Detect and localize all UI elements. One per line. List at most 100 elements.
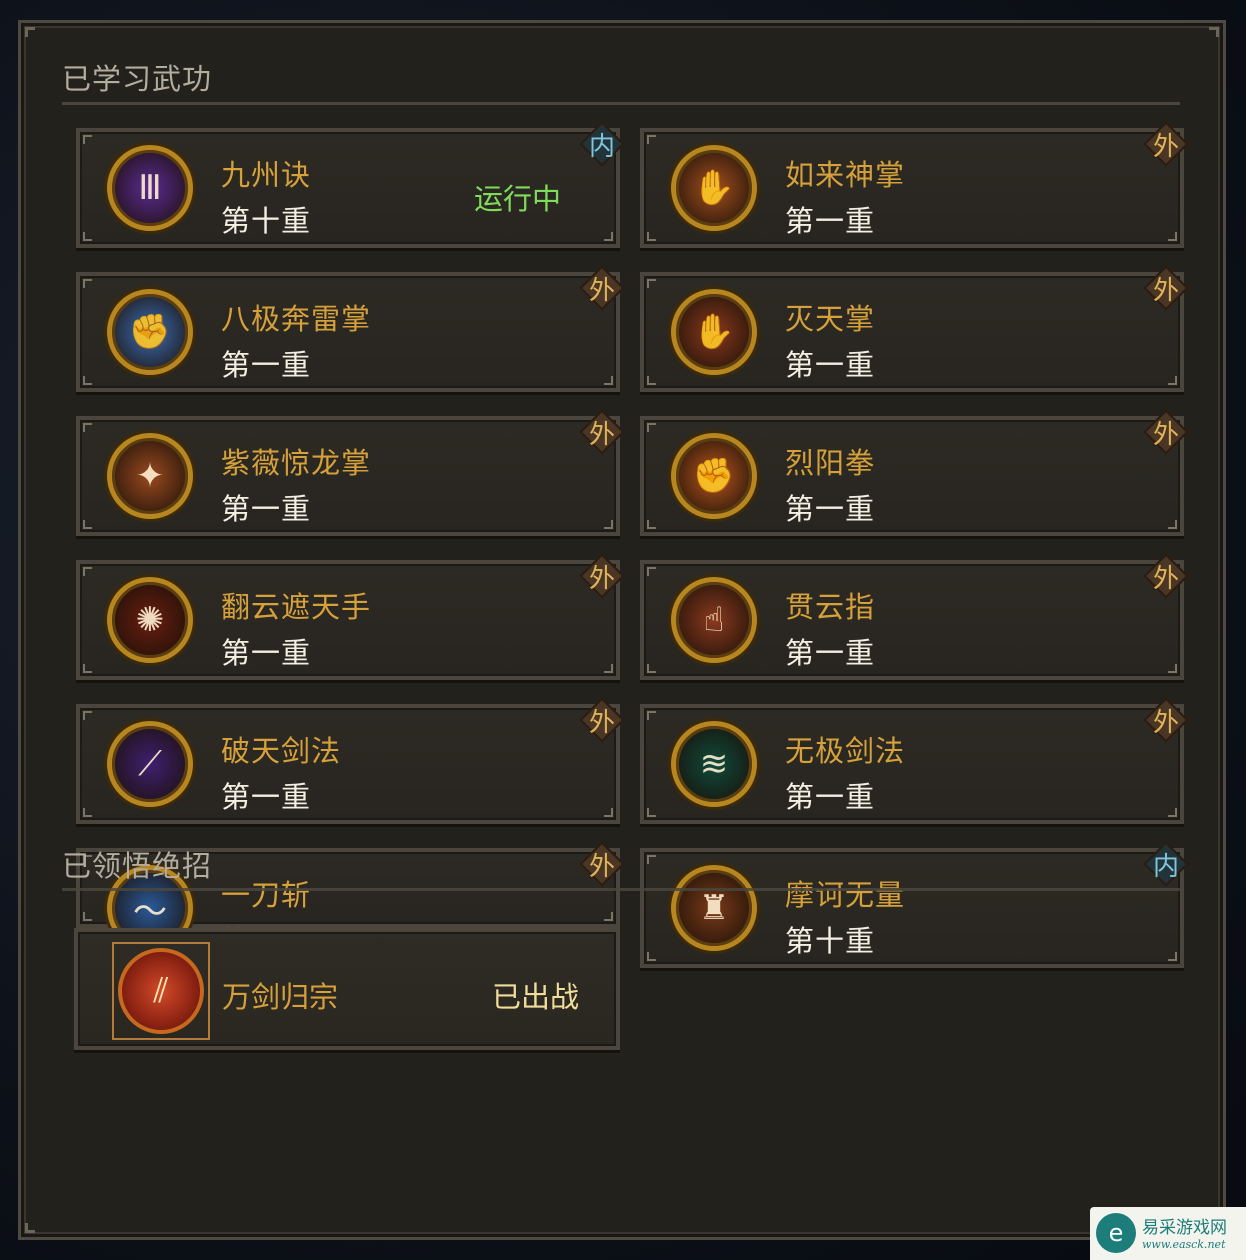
card-corner: [83, 376, 92, 385]
card-corner: [647, 664, 656, 673]
outer-type-badge: 外: [1143, 697, 1189, 743]
finger-strike-icon: ☝: [671, 577, 757, 663]
skill-card[interactable]: ✊ 烈阳拳第一重 外: [640, 409, 1189, 536]
card-corner: [647, 279, 656, 288]
skill-name: 烈阳拳: [785, 446, 876, 480]
running-status: 运行中: [474, 182, 562, 216]
badge-label: 外: [588, 707, 615, 738]
card-corner: [83, 520, 92, 529]
outer-type-badge: 外: [579, 553, 625, 599]
golden-palm-icon: ✋: [671, 145, 757, 231]
watermark-title: 易采游戏网: [1142, 1218, 1227, 1238]
skill-level: 第一重: [785, 492, 876, 526]
card-corner: [1168, 520, 1177, 529]
skill-name: 破天剑法: [221, 734, 342, 768]
skill-name: 如来神掌: [785, 158, 906, 192]
lightning-fist-icon: ✊: [107, 289, 193, 375]
card-corner: [647, 423, 656, 432]
skill-level: 第一重: [785, 780, 876, 814]
skill-card[interactable]: ✋ 如来神掌 第一重 外: [640, 121, 1189, 248]
skill-name: 翻云遮天手: [221, 590, 372, 624]
skill-card[interactable]: Ⅲ 九州诀 第十重 运行中内: [76, 121, 625, 248]
card-corner: [647, 855, 656, 864]
badge-label: 外: [588, 851, 615, 882]
badge-label: 外: [1152, 419, 1179, 450]
badge-label: 外: [588, 563, 615, 594]
skill-level: 第一重: [221, 348, 312, 382]
site-logo-icon: e: [1096, 1213, 1136, 1253]
skill-card[interactable]: ≋ 无极剑法第一重 外: [640, 697, 1189, 824]
ultimate-card[interactable]: ⫽ 万剑归宗 已出战: [74, 928, 620, 1050]
skill-card[interactable]: ✦ 紫薇惊龙掌第一重 外: [76, 409, 625, 536]
badge-label: 外: [1152, 131, 1179, 162]
purple-pillars-icon: Ⅲ: [107, 145, 193, 231]
badge-label: 外: [1152, 563, 1179, 594]
badge-label: 内: [1152, 851, 1179, 882]
skill-name: 一刀斩: [221, 878, 312, 912]
skill-level: 第一重: [221, 780, 312, 814]
sun-fist-icon: ✊: [671, 433, 757, 519]
card-corner: [83, 808, 92, 817]
card-corner: [83, 912, 92, 921]
corner-ornament: [25, 1223, 35, 1233]
card-corner: [1168, 232, 1177, 241]
skill-card[interactable]: ⟋ 破天剑法 第一重 外: [76, 697, 625, 824]
corner-ornament: [25, 27, 35, 37]
badge-label: 外: [588, 419, 615, 450]
outer-type-badge: 外: [1143, 121, 1189, 167]
outer-type-badge: 外: [1143, 409, 1189, 455]
skill-level: 第一重: [785, 636, 876, 670]
card-corner: [604, 520, 613, 529]
card-corner: [647, 376, 656, 385]
card-corner: [647, 808, 656, 817]
skill-card[interactable]: ☝ 贯云指第一重 外: [640, 553, 1189, 680]
skill-name: 贯云指: [785, 590, 876, 624]
card-corner: [1168, 808, 1177, 817]
card-corner: [604, 232, 613, 241]
skill-card[interactable]: ✋ 灭天掌 第一重 外: [640, 265, 1189, 392]
inner-type-badge: 内: [579, 121, 625, 167]
skill-name: 无极剑法: [785, 734, 906, 768]
card-corner: [604, 808, 613, 817]
card-corner: [647, 232, 656, 241]
card-corner: [647, 711, 656, 720]
card-corner: [83, 567, 92, 576]
corner-ornament: [1209, 27, 1219, 37]
outer-type-badge: 外: [579, 697, 625, 743]
skill-name: 紫薇惊龙掌: [221, 446, 372, 480]
card-corner: [1168, 952, 1177, 961]
badge-label: 外: [1152, 707, 1179, 738]
skill-card[interactable]: ♜ 摩诃无量 第十重 内: [640, 841, 1189, 968]
card-corner: [647, 952, 656, 961]
card-corner: [83, 279, 92, 288]
ultimate-skills-title: 已领悟绝招: [62, 849, 213, 883]
bell-tower-icon: ♜: [671, 865, 757, 951]
radiant-palm-icon: ✦: [107, 433, 193, 519]
card-corner: [647, 135, 656, 144]
skill-level: 第一重: [221, 636, 312, 670]
badge-label: 内: [588, 131, 615, 162]
cloud-hand-icon: ✺: [107, 577, 193, 663]
inner-type-badge: 内: [1143, 841, 1189, 887]
card-corner: [647, 520, 656, 529]
outer-type-badge: 外: [579, 409, 625, 455]
card-corner: [604, 912, 613, 921]
sword-rain-icon: ⫽: [112, 942, 210, 1040]
jade-sword-icon: ≋: [671, 721, 757, 807]
card-corner: [83, 664, 92, 673]
skill-level: 第一重: [221, 492, 312, 526]
section-divider: [62, 888, 1180, 891]
skill-card[interactable]: ✊ 八极奔雷掌第一重 外: [76, 265, 625, 392]
badge-label: 外: [588, 275, 615, 306]
flame-palm-icon: ✋: [671, 289, 757, 375]
skill-level: 第一重: [785, 348, 876, 382]
skill-name: 八极奔雷掌: [221, 302, 372, 336]
card-corner: [1168, 376, 1177, 385]
card-corner: [604, 664, 613, 673]
ultimate-status: 已出战: [492, 980, 580, 1014]
skill-level: 第十重: [221, 204, 312, 238]
skill-name: 摩诃无量: [785, 878, 906, 912]
outer-type-badge: 外: [1143, 553, 1189, 599]
skill-card[interactable]: ✺ 翻云遮天手第一重 外: [76, 553, 625, 680]
outer-type-badge: 外: [579, 265, 625, 311]
